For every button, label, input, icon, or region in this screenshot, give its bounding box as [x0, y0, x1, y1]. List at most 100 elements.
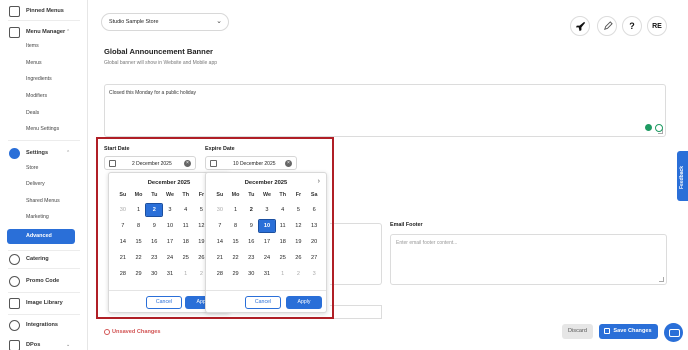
- calendar-day[interactable]: 21: [115, 252, 131, 264]
- calendar-day[interactable]: 1: [228, 204, 244, 216]
- email-header-textarea[interactable]: [330, 223, 382, 285]
- calendar-day[interactable]: 30: [243, 268, 259, 280]
- calendar-day[interactable]: 7: [212, 220, 228, 232]
- calendar-day[interactable]: 28: [212, 268, 228, 280]
- calendar-day[interactable]: 21: [212, 252, 228, 264]
- calendar-day[interactable]: 19: [291, 236, 307, 248]
- start-date-input[interactable]: 2 December 2025 ×: [104, 156, 196, 170]
- calendar-day[interactable]: 3: [162, 204, 178, 216]
- sidebar-item-menus[interactable]: Menus: [0, 56, 87, 70]
- sidebar-item-catering[interactable]: Catering: [0, 252, 87, 266]
- calendar-day[interactable]: 7: [115, 220, 131, 232]
- calendar-day[interactable]: 30: [146, 268, 162, 280]
- help-button[interactable]: ?: [622, 16, 642, 36]
- calendar-day[interactable]: 3: [259, 204, 275, 216]
- calendar-day[interactable]: 25: [178, 252, 194, 264]
- resize-handle-icon[interactable]: [659, 277, 664, 282]
- sidebar-item-marketing[interactable]: Marketing: [0, 210, 87, 224]
- calendar-day[interactable]: 16: [146, 236, 162, 248]
- calendar-day[interactable]: 22: [228, 252, 244, 264]
- sidebar-item-integrations[interactable]: Integrations: [0, 318, 87, 332]
- calendar-day[interactable]: 14: [115, 236, 131, 248]
- store-select[interactable]: Studio Sample Store ⌄: [101, 13, 229, 31]
- email-footer-textarea[interactable]: Enter email footer content...: [390, 234, 667, 285]
- calendar-day[interactable]: 23: [146, 252, 162, 264]
- calendar-day[interactable]: 2: [243, 204, 259, 216]
- apply-button[interactable]: Apply: [286, 296, 322, 309]
- calendar-day[interactable]: 23: [243, 252, 259, 264]
- calendar-day[interactable]: 9: [146, 220, 162, 232]
- expire-date-input[interactable]: 10 December 2025 ×: [205, 156, 297, 170]
- cancel-button[interactable]: Cancel: [245, 296, 281, 309]
- calendar-day[interactable]: 29: [228, 268, 244, 280]
- sidebar-item-menu-manager[interactable]: Menu Manager ⌃: [0, 25, 87, 39]
- calendar-day[interactable]: 17: [259, 236, 275, 248]
- announcement-textarea[interactable]: Closed this Monday for a public holiday: [104, 84, 666, 137]
- calendar-day[interactable]: 17: [162, 236, 178, 248]
- calendar-day[interactable]: 1: [178, 268, 194, 280]
- calendar-day[interactable]: 12: [291, 220, 307, 232]
- feedback-tab[interactable]: Feedback: [677, 151, 688, 201]
- calendar-day[interactable]: 1: [131, 204, 147, 216]
- calendar-day[interactable]: 14: [212, 236, 228, 248]
- launch-icon[interactable]: [597, 16, 617, 36]
- calendar-day[interactable]: 29: [131, 268, 147, 280]
- calendar-day[interactable]: 9: [243, 220, 259, 232]
- calendar-day[interactable]: 20: [306, 236, 322, 248]
- calendar-day[interactable]: 2: [145, 203, 164, 217]
- sidebar-item-settings[interactable]: Settings ⌃: [0, 146, 87, 160]
- calendar-day[interactable]: 22: [131, 252, 147, 264]
- calendar-day[interactable]: 26: [291, 252, 307, 264]
- calendar-day[interactable]: 24: [162, 252, 178, 264]
- calendar-day[interactable]: 31: [162, 268, 178, 280]
- sidebar-item-dpos[interactable]: DPos ⌄: [0, 338, 87, 350]
- sidebar-item-pinned-menus[interactable]: Pinned Menus: [0, 4, 87, 18]
- calendar-day[interactable]: 11: [178, 220, 194, 232]
- cancel-button[interactable]: Cancel: [146, 296, 182, 309]
- chat-icon[interactable]: [664, 323, 683, 342]
- chevron-right-icon[interactable]: ›: [318, 178, 320, 185]
- calendar-day[interactable]: 3: [306, 268, 322, 280]
- calendar-day[interactable]: 4: [178, 204, 194, 216]
- refresh-icon[interactable]: [655, 124, 663, 132]
- calendar-day[interactable]: 27: [306, 252, 322, 264]
- sidebar-item-items[interactable]: Items: [0, 39, 87, 53]
- calendar-day[interactable]: 15: [228, 236, 244, 248]
- rocket-icon[interactable]: [570, 16, 590, 36]
- calendar-day[interactable]: 16: [243, 236, 259, 248]
- calendar-day[interactable]: 18: [178, 236, 194, 248]
- calendar-day[interactable]: 8: [131, 220, 147, 232]
- sidebar-item-deals[interactable]: Deals: [0, 106, 87, 120]
- sidebar-item-image-library[interactable]: Image Library: [0, 296, 87, 310]
- calendar-day[interactable]: 2: [291, 268, 307, 280]
- sidebar-item-delivery[interactable]: Delivery: [0, 177, 87, 191]
- calendar-day[interactable]: 11: [275, 220, 291, 232]
- location-icon[interactable]: [645, 124, 652, 131]
- discard-button[interactable]: Discard: [562, 324, 593, 339]
- calendar-day[interactable]: 28: [115, 268, 131, 280]
- calendar-day[interactable]: 4: [275, 204, 291, 216]
- calendar-day[interactable]: 13: [306, 220, 322, 232]
- sidebar-item-shared-menus[interactable]: Shared Menus: [0, 194, 87, 208]
- clear-icon[interactable]: ×: [285, 160, 292, 167]
- sidebar-item-promo-code[interactable]: Promo Code: [0, 274, 87, 288]
- calendar-day[interactable]: 24: [259, 252, 275, 264]
- sidebar-item-ingredients[interactable]: Ingredients: [0, 72, 87, 86]
- calendar-day[interactable]: 30: [212, 204, 228, 216]
- sidebar-item-menu-settings[interactable]: Menu Settings: [0, 122, 87, 136]
- clear-icon[interactable]: ×: [184, 160, 191, 167]
- calendar-day[interactable]: 25: [275, 252, 291, 264]
- sidebar-item-store[interactable]: Store: [0, 161, 87, 175]
- calendar-day[interactable]: 1: [275, 268, 291, 280]
- calendar-day[interactable]: 15: [131, 236, 147, 248]
- calendar-day[interactable]: 10: [258, 219, 276, 233]
- calendar-day[interactable]: 5: [291, 204, 307, 216]
- calendar-day[interactable]: 18: [275, 236, 291, 248]
- sidebar-item-modifiers[interactable]: Modifiers: [0, 89, 87, 103]
- avatar[interactable]: RE: [647, 16, 667, 36]
- background-input[interactable]: [330, 305, 382, 319]
- calendar-day[interactable]: 10: [162, 220, 178, 232]
- calendar-day[interactable]: 8: [228, 220, 244, 232]
- calendar-day[interactable]: 6: [306, 204, 322, 216]
- calendar-day[interactable]: 30: [115, 204, 131, 216]
